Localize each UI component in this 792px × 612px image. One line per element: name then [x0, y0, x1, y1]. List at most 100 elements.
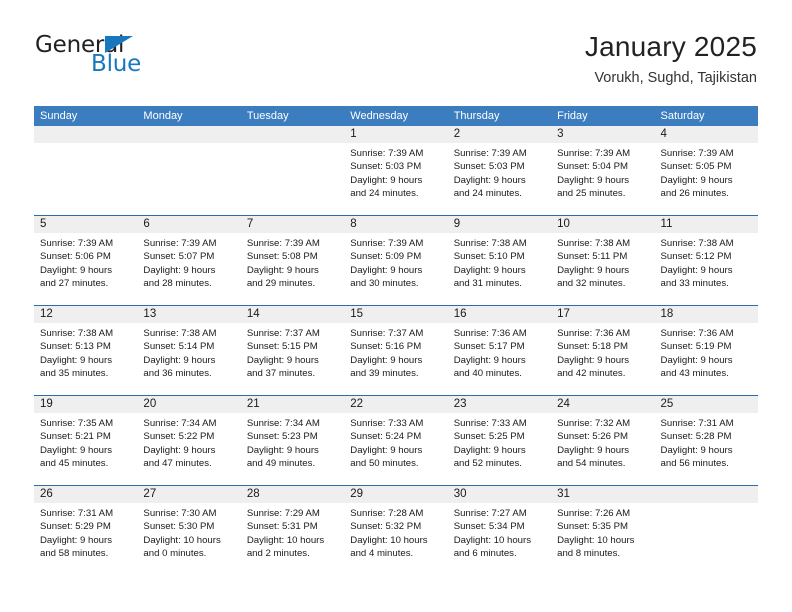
day-number[interactable]: 17 — [551, 306, 654, 323]
sunset-text: Sunset: 5:04 PM — [557, 161, 629, 173]
day-number[interactable]: 24 — [551, 396, 654, 413]
day-number[interactable]: 21 — [241, 396, 344, 413]
day-number[interactable]: 25 — [655, 396, 758, 413]
day-cell[interactable]: Sunrise: 7:38 AM Sunset: 5:12 PM Daylight:… — [655, 233, 758, 305]
day-number[interactable]: 23 — [448, 396, 551, 413]
day-cell[interactable]: Sunrise: 7:39 AM Sunset: 5:09 PM Daylight:… — [344, 233, 447, 305]
day-number[interactable]: 2 — [448, 126, 551, 143]
day-cell[interactable]: Sunrise: 7:34 AM Sunset: 5:22 PM Daylight:… — [137, 413, 240, 485]
day-number[interactable]: 15 — [344, 306, 447, 323]
daylight-text-cont: and 24 minutes. — [453, 187, 522, 199]
daylight-text: Daylight: 9 hours — [557, 264, 630, 276]
day-number[interactable]: 26 — [34, 486, 137, 503]
day-number[interactable]: 31 — [551, 486, 654, 503]
daylight-text: Daylight: 9 hours — [246, 354, 319, 366]
day-number[interactable]: 19 — [34, 396, 137, 413]
day-number[interactable]: 9 — [448, 216, 551, 233]
day-number[interactable]: 7 — [241, 216, 344, 233]
day-cell[interactable]: Sunrise: 7:39 AM Sunset: 5:06 PM Daylight:… — [34, 233, 137, 305]
day-number[interactable]: 29 — [344, 486, 447, 503]
day-cell[interactable]: Sunrise: 7:30 AM Sunset: 5:30 PM Daylight:… — [137, 503, 240, 575]
day-number[interactable]: 1 — [344, 126, 447, 143]
day-cell[interactable]: Sunrise: 7:37 AM Sunset: 5:15 PM Daylight:… — [241, 323, 344, 395]
daylight-text: Daylight: 9 hours — [246, 264, 319, 276]
day-cell[interactable]: Sunrise: 7:32 AM Sunset: 5:26 PM Daylight:… — [551, 413, 654, 485]
day-number[interactable]: 8 — [344, 216, 447, 233]
daylight-text: Daylight: 9 hours — [143, 444, 216, 456]
day-number[interactable]: 27 — [137, 486, 240, 503]
day-cell[interactable]: Sunrise: 7:36 AM Sunset: 5:18 PM Daylight:… — [551, 323, 654, 395]
day-cell[interactable]: Sunrise: 7:36 AM Sunset: 5:19 PM Daylight:… — [655, 323, 758, 395]
sunrise-text: Sunrise: 7:39 AM — [246, 238, 320, 249]
daylight-text-cont: and 42 minutes. — [557, 367, 626, 379]
day-number[interactable]: 14 — [241, 306, 344, 323]
day-cell[interactable]: Sunrise: 7:31 AM Sunset: 5:29 PM Daylight:… — [34, 503, 137, 575]
day-cell[interactable]: Sunrise: 7:29 AM Sunset: 5:31 PM Daylight:… — [241, 503, 344, 575]
day-number[interactable]: 20 — [137, 396, 240, 413]
sunrise-text: Sunrise: 7:29 AM — [246, 508, 320, 519]
general-blue-logo[interactable]: General Blue — [35, 32, 235, 88]
day-cell[interactable]: Sunrise: 7:37 AM Sunset: 5:16 PM Daylight:… — [344, 323, 447, 395]
daylight-text-cont: and 56 minutes. — [660, 457, 729, 469]
daylight-text: Daylight: 9 hours — [350, 174, 423, 186]
day-cell[interactable]: Sunrise: 7:33 AM Sunset: 5:25 PM Daylight:… — [448, 413, 551, 485]
day-cell[interactable]: Sunrise: 7:33 AM Sunset: 5:24 PM Daylight:… — [344, 413, 447, 485]
day-cell[interactable]: Sunrise: 7:38 AM Sunset: 5:14 PM Daylight:… — [137, 323, 240, 395]
day-cell[interactable]: Sunrise: 7:28 AM Sunset: 5:32 PM Daylight:… — [344, 503, 447, 575]
sunset-text: Sunset: 5:11 PM — [557, 251, 628, 263]
day-cell[interactable]: Sunrise: 7:39 AM Sunset: 5:07 PM Daylight:… — [137, 233, 240, 305]
daylight-text-cont: and 30 minutes. — [350, 277, 419, 289]
sunrise-text: Sunrise: 7:30 AM — [143, 508, 217, 519]
day-cell[interactable]: Sunrise: 7:27 AM Sunset: 5:34 PM Daylight:… — [448, 503, 551, 575]
sunrise-text: Sunrise: 7:38 AM — [40, 328, 114, 339]
day-number-empty — [655, 486, 758, 503]
day-cell[interactable]: Sunrise: 7:31 AM Sunset: 5:28 PM Daylight:… — [655, 413, 758, 485]
sunset-text: Sunset: 5:28 PM — [660, 431, 732, 443]
daylight-text: Daylight: 10 hours — [246, 534, 325, 546]
day-number[interactable]: 10 — [551, 216, 654, 233]
day-number[interactable]: 11 — [655, 216, 758, 233]
day-cell-empty — [241, 143, 344, 215]
day-number[interactable]: 28 — [241, 486, 344, 503]
day-cell[interactable]: Sunrise: 7:26 AM Sunset: 5:35 PM Daylight:… — [551, 503, 654, 575]
calendar-grid: Sunday Monday Tuesday Wednesday Thursday Frid… — [34, 106, 758, 575]
daylight-text: Daylight: 9 hours — [660, 354, 733, 366]
day-number[interactable]: 12 — [34, 306, 137, 323]
day-cell[interactable]: Sunrise: 7:39 AM Sunset: 5:05 PM Daylight:… — [655, 143, 758, 215]
day-number[interactable]: 18 — [655, 306, 758, 323]
daylight-text-cont: and 40 minutes. — [453, 367, 522, 379]
day-number[interactable]: 22 — [344, 396, 447, 413]
day-number[interactable]: 4 — [655, 126, 758, 143]
day-cell[interactable]: Sunrise: 7:39 AM Sunset: 5:03 PM Daylight:… — [448, 143, 551, 215]
day-number[interactable]: 16 — [448, 306, 551, 323]
day-number[interactable]: 5 — [34, 216, 137, 233]
daylight-text-cont: and 39 minutes. — [350, 367, 419, 379]
day-cell[interactable]: Sunrise: 7:38 AM Sunset: 5:11 PM Daylight:… — [551, 233, 654, 305]
day-cell[interactable]: Sunrise: 7:39 AM Sunset: 5:08 PM Daylight:… — [241, 233, 344, 305]
sunrise-text: Sunrise: 7:36 AM — [557, 328, 631, 339]
day-cell[interactable]: Sunrise: 7:39 AM Sunset: 5:04 PM Daylight:… — [551, 143, 654, 215]
day-number-empty — [34, 126, 137, 143]
weekday-header-thursday: Thursday — [453, 110, 500, 122]
day-number[interactable]: 6 — [137, 216, 240, 233]
day-cell[interactable]: Sunrise: 7:35 AM Sunset: 5:21 PM Daylight:… — [34, 413, 137, 485]
daylight-text-cont: and 26 minutes. — [660, 187, 729, 199]
sunset-text: Sunset: 5:05 PM — [660, 161, 732, 173]
day-cell[interactable]: Sunrise: 7:36 AM Sunset: 5:17 PM Daylight:… — [448, 323, 551, 395]
weekday-header-monday: Monday — [143, 110, 183, 122]
sunrise-text: Sunrise: 7:28 AM — [350, 508, 424, 519]
day-number[interactable]: 30 — [448, 486, 551, 503]
day-number[interactable]: 13 — [137, 306, 240, 323]
day-cell[interactable]: Sunrise: 7:34 AM Sunset: 5:23 PM Daylight:… — [241, 413, 344, 485]
daylight-text: Daylight: 10 hours — [453, 534, 532, 546]
daylight-text: Daylight: 9 hours — [40, 354, 112, 366]
day-cell[interactable]: Sunrise: 7:38 AM Sunset: 5:10 PM Daylight:… — [448, 233, 551, 305]
day-cell-empty — [34, 143, 137, 215]
daylight-text: Daylight: 9 hours — [143, 264, 216, 276]
daylight-text-cont: and 8 minutes. — [557, 547, 621, 559]
day-cell[interactable]: Sunrise: 7:39 AM Sunset: 5:03 PM Daylight:… — [344, 143, 447, 215]
daylight-text: Daylight: 10 hours — [557, 534, 635, 546]
day-number[interactable]: 3 — [551, 126, 654, 143]
sunset-text: Sunset: 5:13 PM — [40, 341, 111, 353]
day-cell[interactable]: Sunrise: 7:38 AM Sunset: 5:13 PM Daylight:… — [34, 323, 137, 395]
